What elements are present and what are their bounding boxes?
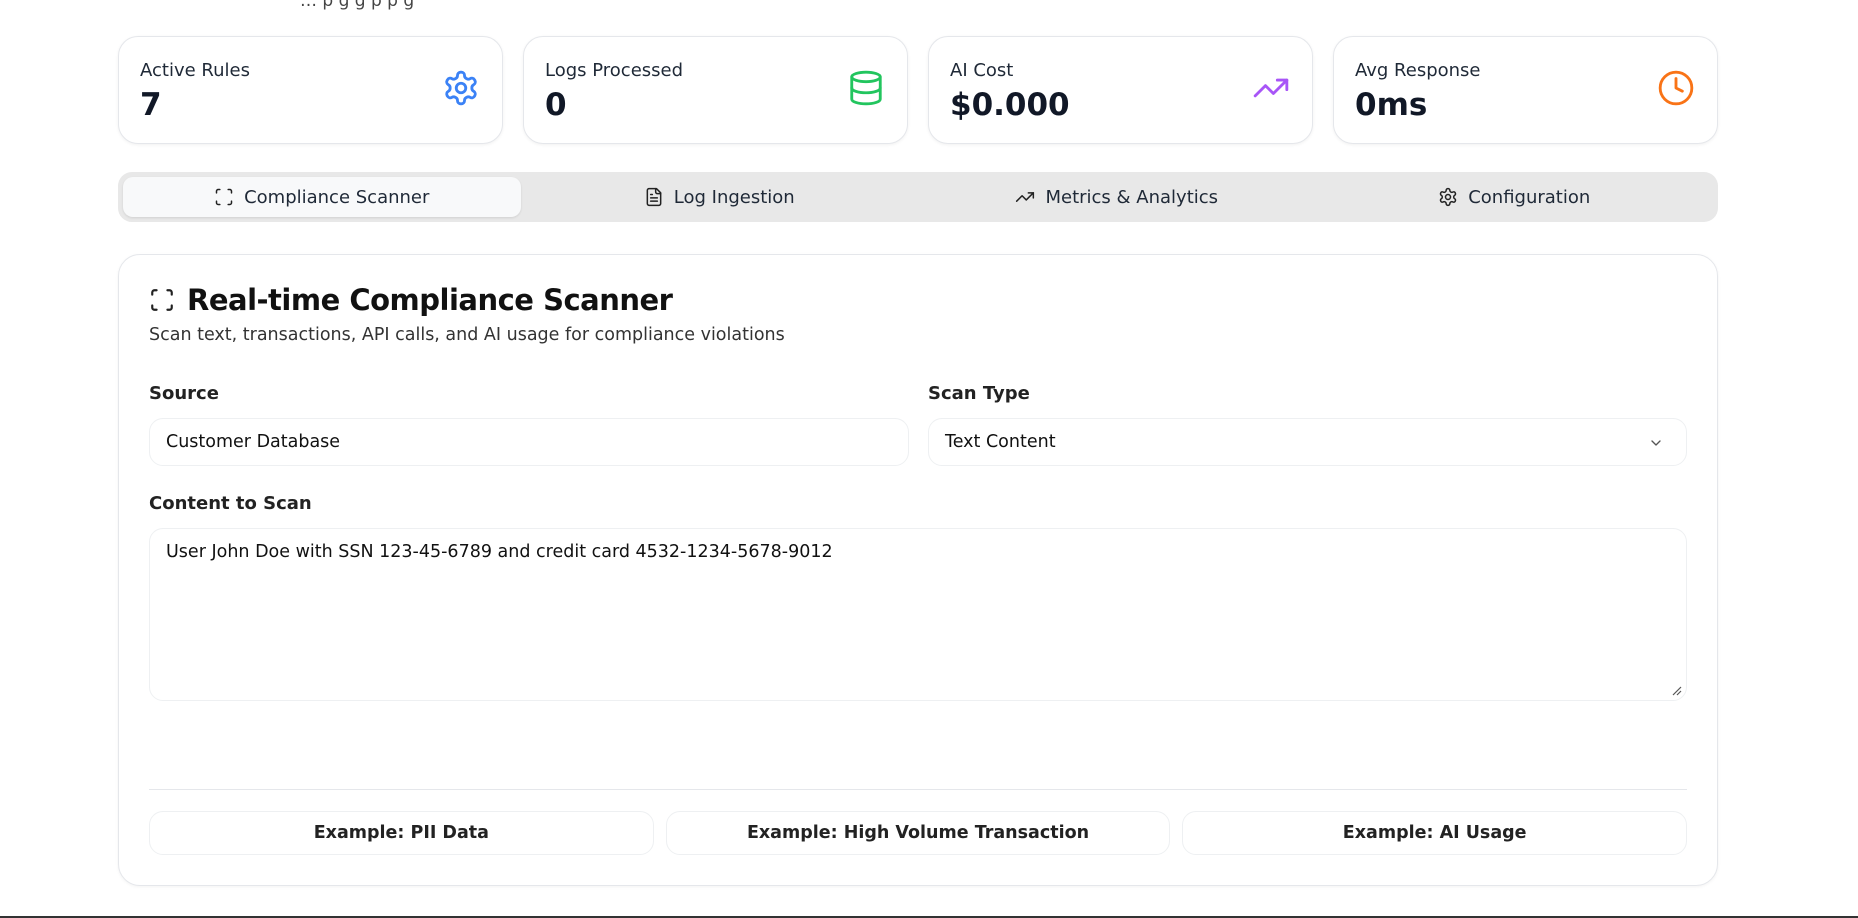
stat-label: Avg Response: [1355, 60, 1481, 81]
header-description-cut: … p g g p p g: [300, 0, 415, 11]
stat-label: Logs Processed: [545, 60, 684, 81]
stat-card-ai-cost: AI Cost $0.000: [928, 36, 1313, 144]
tab-label: Configuration: [1468, 186, 1591, 208]
stat-value: $0.000: [950, 87, 1070, 123]
content-textarea[interactable]: User John Doe with SSN 123-45-6789 and c…: [149, 528, 1687, 701]
scan-icon: [151, 289, 173, 311]
stat-label: AI Cost: [950, 60, 1014, 81]
source-input[interactable]: Customer Database: [149, 418, 909, 466]
stat-value: 0: [545, 87, 567, 123]
scan-type-select[interactable]: Text Content: [928, 418, 1687, 466]
tab-bar: Compliance Scanner Log Ingestion Metrics…: [118, 172, 1718, 222]
clock-icon: [1658, 70, 1694, 106]
chevron-down-icon: [1651, 440, 1661, 446]
example-buttons: Example: PII Data Example: High Volume T…: [149, 811, 1688, 855]
source-label: Source: [149, 383, 219, 404]
resize-handle-icon[interactable]: [1672, 686, 1682, 696]
tab-label: Log Ingestion: [673, 186, 795, 208]
stats-row: Active Rules 7 Logs Processed 0 AI Cost …: [118, 36, 1718, 144]
card-description: Scan text, transactions, API calls, and …: [149, 325, 785, 345]
database-icon: [850, 70, 882, 106]
trending-up-icon: [1016, 192, 1035, 202]
scan-type-value: Text Content: [945, 432, 1056, 452]
content-value: User John Doe with SSN 123-45-6789 and c…: [166, 542, 833, 562]
tab-compliance-scanner[interactable]: Compliance Scanner: [123, 177, 521, 217]
stat-value: 0ms: [1355, 87, 1428, 123]
gear-icon: [445, 70, 477, 106]
example-transaction-button[interactable]: Example: High Volume Transaction: [665, 811, 1171, 855]
stat-card-active-rules: Active Rules 7: [118, 36, 503, 144]
example-ai-usage-button[interactable]: Example: AI Usage: [1182, 811, 1688, 855]
card-title: Real-time Compliance Scanner: [187, 283, 673, 317]
scan-icon: [215, 188, 233, 206]
gear-icon: [1439, 187, 1457, 207]
tab-label: Metrics & Analytics: [1045, 186, 1219, 208]
stat-card-avg-response: Avg Response 0ms: [1333, 36, 1718, 144]
card-header: Real-time Compliance Scanner: [149, 283, 673, 317]
tab-metrics-analytics[interactable]: Metrics & Analytics: [918, 177, 1316, 217]
trending-up-icon: [1253, 78, 1289, 98]
stat-label: Active Rules: [140, 60, 250, 81]
compliance-scanner-card: Real-time Compliance Scanner Scan text, …: [118, 254, 1718, 886]
stat-card-logs-processed: Logs Processed 0: [523, 36, 908, 144]
tab-configuration[interactable]: Configuration: [1316, 177, 1714, 217]
tab-label: Compliance Scanner: [244, 186, 430, 208]
tab-log-ingestion[interactable]: Log Ingestion: [521, 177, 919, 217]
stat-value: 7: [140, 87, 162, 123]
scan-type-label: Scan Type: [928, 383, 1030, 404]
source-value: Customer Database: [166, 432, 341, 452]
content-label: Content to Scan: [149, 493, 312, 514]
divider: [149, 789, 1687, 790]
document-icon: [646, 187, 662, 207]
example-pii-button[interactable]: Example: PII Data: [149, 811, 654, 855]
